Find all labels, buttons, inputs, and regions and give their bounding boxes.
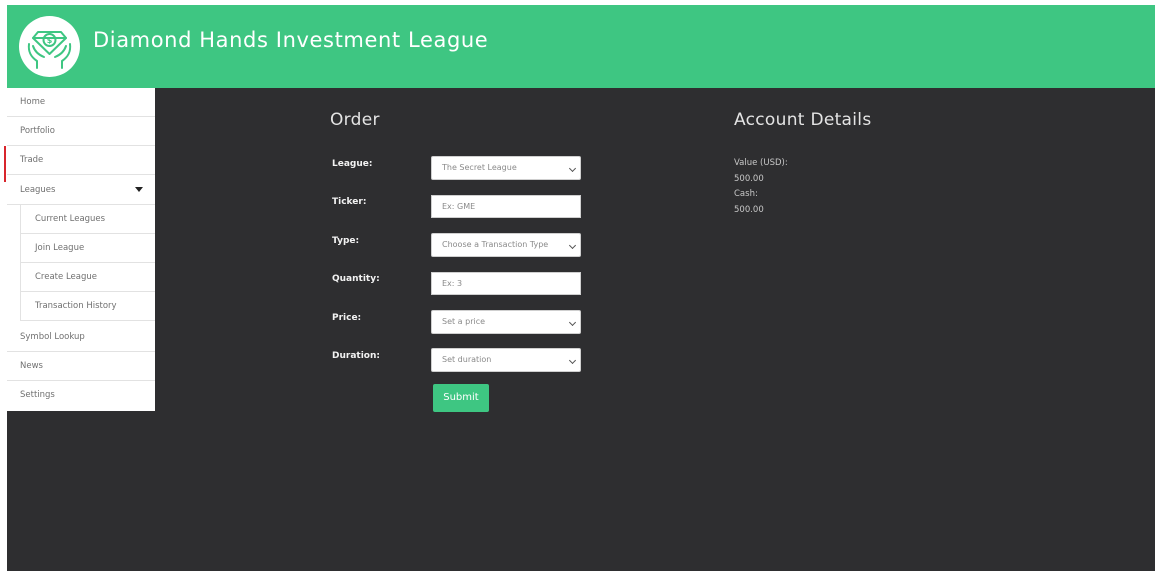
chevron-down-icon [568, 164, 577, 173]
sidebar-nav: Home Portfolio Trade Leagues Current Lea… [4, 88, 155, 411]
sidebar-subitem-join-league[interactable]: Join League [20, 234, 155, 263]
type-select[interactable]: Choose a Transaction Type [431, 233, 581, 257]
sidebar-item-label: Home [20, 97, 46, 107]
quantity-label: Quantity: [332, 274, 380, 284]
caret-down-icon [135, 187, 143, 192]
account-value-amount: 500.00 [734, 174, 764, 184]
sidebar-item-label: Portfolio [20, 126, 55, 136]
sidebar-item-news[interactable]: News [7, 352, 155, 381]
submit-button[interactable]: Submit [433, 384, 489, 412]
league-label: League: [332, 159, 373, 169]
sidebar-item-home[interactable]: Home [7, 88, 155, 117]
sidebar-subitem-current-leagues[interactable]: Current Leagues [20, 205, 155, 234]
ticker-placeholder: Ex: GME [442, 202, 476, 211]
sidebar-item-label: Trade [20, 155, 44, 165]
account-cash-amount: 500.00 [734, 205, 764, 215]
sidebar-item-label: Join League [35, 243, 85, 253]
chevron-down-icon [568, 318, 577, 327]
league-select[interactable]: The Secret League [431, 156, 581, 180]
svg-text:$: $ [47, 36, 53, 45]
price-select[interactable]: Set a price [431, 310, 581, 334]
sidebar-item-label: Symbol Lookup [20, 332, 85, 342]
sidebar-item-label: Settings [20, 390, 55, 400]
quantity-input[interactable]: Ex: 3 [431, 272, 581, 295]
app-frame: $ Diamond Hands Investment League Home P… [4, 5, 1155, 571]
sidebar-subitem-create-league[interactable]: Create League [20, 263, 155, 292]
sidebar-item-label: Create League [35, 272, 97, 282]
sidebar-item-label: News [20, 361, 43, 371]
sidebar-subitem-transaction-history[interactable]: Transaction History [20, 292, 155, 321]
chevron-down-icon [568, 356, 577, 365]
sidebar-item-label: Current Leagues [35, 214, 106, 224]
quantity-placeholder: Ex: 3 [442, 279, 463, 288]
sidebar-item-label: Transaction History [35, 301, 117, 311]
ticker-input[interactable]: Ex: GME [431, 195, 581, 218]
type-select-value: Choose a Transaction Type [442, 240, 549, 249]
sidebar-item-settings[interactable]: Settings [7, 381, 155, 410]
account-details-title: Account Details [734, 110, 872, 130]
duration-select-value: Set duration [442, 355, 492, 364]
diamond-hands-logo-icon[interactable]: $ [19, 16, 80, 77]
sidebar-item-trade[interactable]: Trade [4, 146, 155, 182]
price-label: Price: [332, 313, 362, 323]
sidebar-item-symbol-lookup[interactable]: Symbol Lookup [7, 323, 155, 352]
account-cash-label: Cash: [734, 189, 758, 199]
duration-label: Duration: [332, 351, 380, 361]
sidebar-item-portfolio[interactable]: Portfolio [7, 117, 155, 146]
order-title: Order [330, 110, 380, 130]
duration-select[interactable]: Set duration [431, 348, 581, 372]
ticker-label: Ticker: [332, 197, 367, 207]
type-label: Type: [332, 236, 360, 246]
sidebar-item-leagues[interactable]: Leagues [7, 176, 155, 205]
league-select-value: The Secret League [442, 163, 517, 172]
app-title: Diamond Hands Investment League [93, 28, 489, 52]
chevron-down-icon [568, 241, 577, 250]
account-value-label: Value (USD): [734, 158, 788, 168]
app-header: $ Diamond Hands Investment League [7, 5, 1155, 88]
sidebar-item-label: Leagues [20, 185, 56, 195]
price-select-value: Set a price [442, 317, 486, 326]
